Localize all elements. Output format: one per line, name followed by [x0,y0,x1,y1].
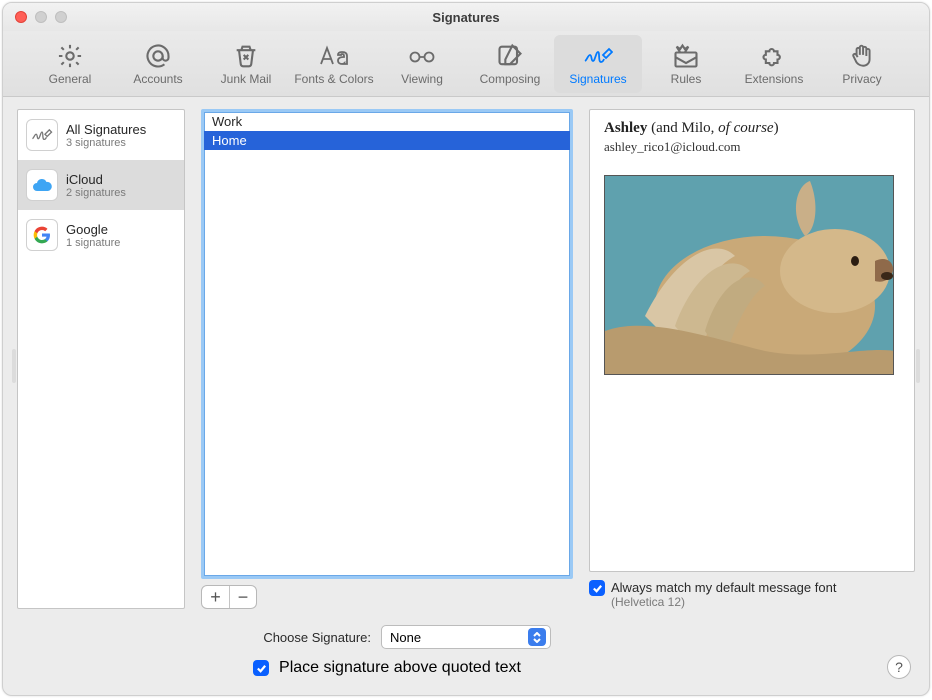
rules-icon [672,42,700,70]
match-font-checkbox[interactable] [589,580,605,596]
account-name: All Signatures [66,122,146,137]
signature-preview[interactable]: Ashley (and Milo, of course) ashley_rico… [589,109,915,572]
signature-icon [583,42,613,70]
window-title: Signatures [3,10,929,25]
tab-label: Extensions [745,72,804,86]
tab-label: Rules [671,72,702,86]
choose-signature-select[interactable]: None [381,625,551,649]
at-icon [144,42,172,70]
hand-icon [849,42,875,70]
tab-signatures[interactable]: Signatures [554,35,642,93]
signature-item-work[interactable]: Work [204,112,570,131]
fonts-icon [318,42,350,70]
tab-label: General [49,72,92,86]
puzzle-icon [760,42,788,70]
titlebar: Signatures [3,3,929,31]
tab-rules[interactable]: Rules [642,35,730,93]
resize-handle-left[interactable] [12,349,16,383]
account-icloud[interactable]: iCloud 2 signatures [18,160,184,210]
resize-handle-right[interactable] [916,349,920,383]
account-google[interactable]: Google 1 signature [18,210,184,260]
tab-label: Viewing [401,72,443,86]
place-above-row: Place signature above quoted text [19,659,913,677]
signature-line-1: Ashley (and Milo, of course) [604,120,900,137]
tab-label: Composing [480,72,541,86]
signature-image [604,175,894,375]
place-above-checkbox[interactable] [253,660,269,676]
preferences-toolbar: General Accounts Junk Mail Fonts & Color… [3,31,929,97]
account-count: 2 signatures [66,187,126,199]
signature-item-home[interactable]: Home [204,131,570,150]
tab-extensions[interactable]: Extensions [730,35,818,93]
tab-privacy[interactable]: Privacy [818,35,906,93]
tab-label: Fonts & Colors [294,72,373,86]
add-signature-button[interactable]: + [202,586,229,608]
match-font-row: Always match my default message font (He… [589,580,915,609]
signature-email: ashley_rico1@icloud.com [604,139,900,155]
choose-signature-label: Choose Signature: [211,630,371,645]
tab-label: Signatures [569,72,626,86]
trash-icon [232,42,260,70]
icloud-icon [26,169,58,201]
tab-junk-mail[interactable]: Junk Mail [202,35,290,93]
tab-fonts-colors[interactable]: Fonts & Colors [290,35,378,93]
google-icon [26,219,58,251]
bottom-options: Choose Signature: None Place signature a… [3,609,929,695]
choose-signature-row: Choose Signature: None [19,625,913,649]
signatures-list[interactable]: Work Home [201,109,573,579]
account-name: Google [66,222,120,237]
accounts-list[interactable]: All Signatures 3 signatures iCloud 2 sig… [17,109,185,609]
signature-icon [26,119,58,151]
tab-label: Accounts [133,72,182,86]
preferences-window: Signatures General Accounts Junk Mail Fo… [2,2,930,696]
match-font-sub: (Helvetica 12) [611,595,836,609]
content-area: All Signatures 3 signatures iCloud 2 sig… [3,97,929,609]
account-all-signatures[interactable]: All Signatures 3 signatures [18,110,184,160]
glasses-icon [407,42,437,70]
tab-viewing[interactable]: Viewing [378,35,466,93]
choose-signature-value: None [390,630,421,645]
preview-column: Ashley (and Milo, of course) ashley_rico… [589,109,915,609]
account-count: 3 signatures [66,137,146,149]
tab-label: Privacy [842,72,881,86]
signatures-column: Work Home + − [201,109,573,609]
tab-label: Junk Mail [221,72,272,86]
list-add-remove: + − [201,585,257,609]
gear-icon [56,42,84,70]
tab-accounts[interactable]: Accounts [114,35,202,93]
account-count: 1 signature [66,237,120,249]
compose-icon [496,42,524,70]
tab-general[interactable]: General [26,35,114,93]
account-name: iCloud [66,172,126,187]
place-above-label: Place signature above quoted text [279,659,521,677]
help-button[interactable]: ? [887,655,911,679]
match-font-label: Always match my default message font [611,580,836,595]
chevron-up-down-icon [528,628,546,646]
remove-signature-button[interactable]: − [229,586,256,608]
tab-composing[interactable]: Composing [466,35,554,93]
